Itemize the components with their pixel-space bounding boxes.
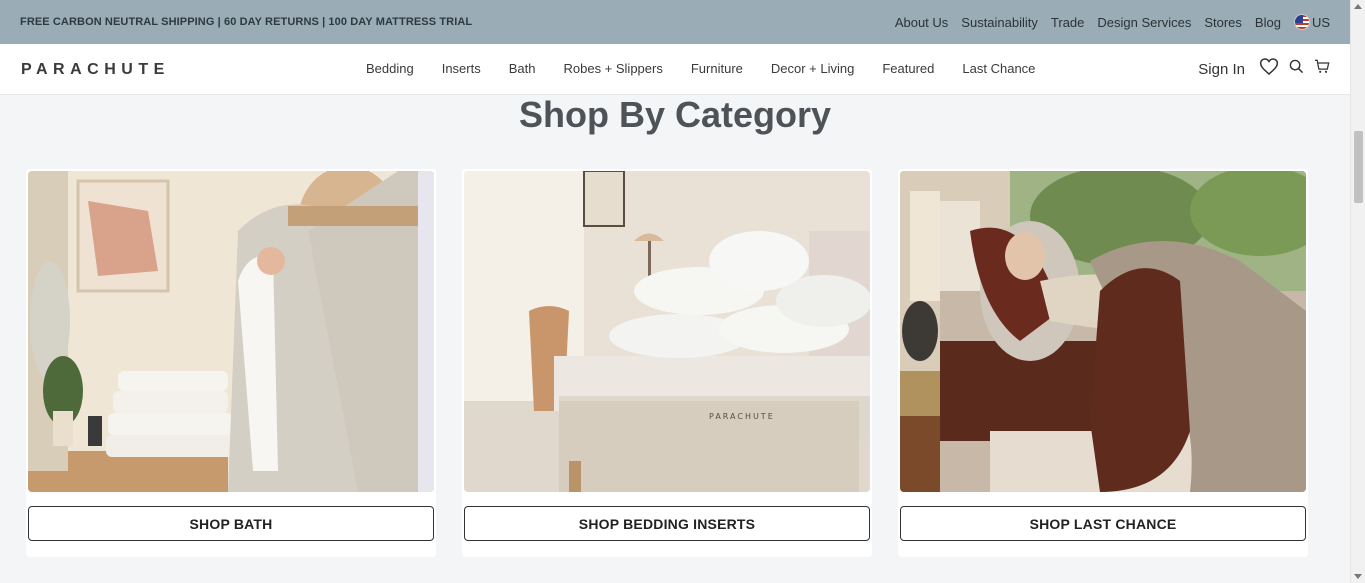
category-card-bedding-inserts: PARACHUTE SHOP BEDDING INSERTS: [462, 169, 872, 557]
search-icon[interactable]: [1289, 59, 1304, 79]
brand-logo[interactable]: PARACHUTE: [21, 61, 170, 79]
utility-nav: About Us Sustainability Trade Design Ser…: [895, 14, 1330, 30]
nav-robes-slippers[interactable]: Robes + Slippers: [563, 61, 662, 76]
link-sustainability[interactable]: Sustainability: [961, 15, 1038, 30]
heart-icon[interactable]: [1259, 57, 1279, 81]
scroll-up-arrow-icon[interactable]: [1354, 4, 1362, 9]
shop-bedding-inserts-button[interactable]: SHOP BEDDING INSERTS: [464, 506, 870, 541]
nav-featured[interactable]: Featured: [882, 61, 934, 76]
link-blog[interactable]: Blog: [1255, 15, 1281, 30]
bedding-inserts-category-image[interactable]: PARACHUTE: [464, 171, 870, 492]
shop-last-chance-button[interactable]: SHOP LAST CHANCE: [900, 506, 1306, 541]
link-design-services[interactable]: Design Services: [1097, 15, 1191, 30]
main-header: PARACHUTE Bedding Inserts Bath Robes + S…: [0, 44, 1350, 95]
link-trade[interactable]: Trade: [1051, 15, 1084, 30]
link-about-us[interactable]: About Us: [895, 15, 948, 30]
nav-decor-living[interactable]: Decor + Living: [771, 61, 854, 76]
header-actions: Sign In: [1198, 57, 1330, 81]
nav-inserts[interactable]: Inserts: [442, 61, 481, 76]
bath-category-image[interactable]: [28, 171, 434, 492]
category-card-last-chance: SHOP LAST CHANCE: [898, 169, 1308, 557]
shop-bath-button[interactable]: SHOP BATH: [28, 506, 434, 541]
scrollbar-thumb[interactable]: [1354, 131, 1363, 203]
link-stores[interactable]: Stores: [1204, 15, 1242, 30]
nav-furniture[interactable]: Furniture: [691, 61, 743, 76]
sign-in-link[interactable]: Sign In: [1198, 61, 1245, 78]
nav-last-chance[interactable]: Last Chance: [962, 61, 1035, 76]
svg-text:PARACHUTE: PARACHUTE: [709, 412, 775, 421]
nav-bath[interactable]: Bath: [509, 61, 536, 76]
us-flag-icon: [1293, 14, 1310, 30]
promo-text: FREE CARBON NEUTRAL SHIPPING | 60 DAY RE…: [20, 16, 473, 28]
announcement-bar: FREE CARBON NEUTRAL SHIPPING | 60 DAY RE…: [0, 0, 1350, 44]
section-title: Shop By Category: [518, 94, 832, 135]
category-card-bath: SHOP BATH: [26, 169, 436, 557]
region-label: US: [1311, 14, 1330, 30]
region-selector[interactable]: US: [1293, 14, 1330, 30]
cart-icon[interactable]: [1314, 59, 1330, 79]
primary-nav: Bedding Inserts Bath Robes + Slippers Fu…: [366, 61, 1063, 76]
page-scrollbar[interactable]: [1350, 0, 1365, 583]
last-chance-category-image[interactable]: [900, 171, 1306, 492]
nav-bedding[interactable]: Bedding: [366, 61, 414, 76]
scroll-down-arrow-icon[interactable]: [1354, 574, 1362, 579]
